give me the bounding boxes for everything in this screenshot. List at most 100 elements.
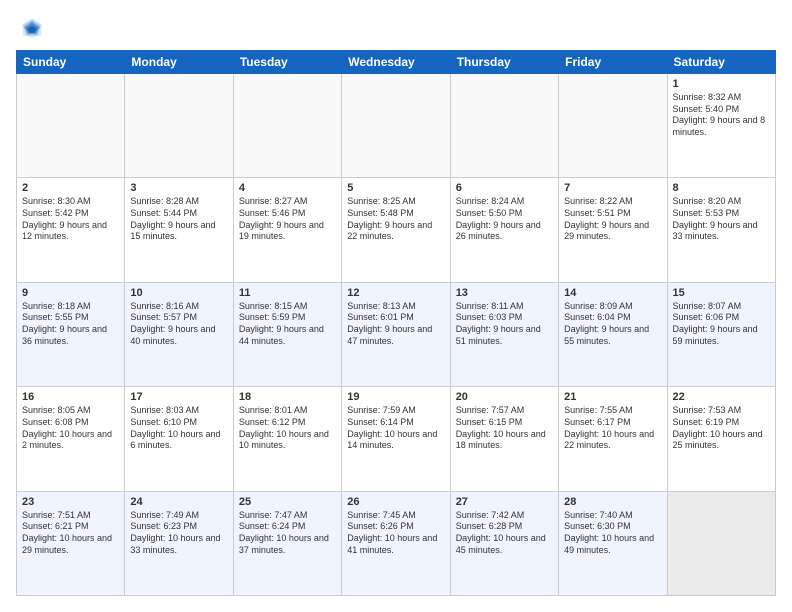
day-info: Sunrise: 8:27 AM Sunset: 5:46 PM Dayligh… — [239, 196, 336, 243]
calendar-day-cell: 5 Sunrise: 8:25 AM Sunset: 5:48 PM Daylig… — [342, 178, 450, 282]
calendar-week-row: 16 Sunrise: 8:05 AM Sunset: 6:08 PM Dayli… — [17, 387, 776, 491]
calendar-day-cell — [125, 74, 233, 178]
calendar-header-thursday: Thursday — [450, 51, 558, 74]
day-info: Sunrise: 8:24 AM Sunset: 5:50 PM Dayligh… — [456, 196, 553, 243]
calendar-day-cell: 12 Sunrise: 8:13 AM Sunset: 6:01 PM Dayli… — [342, 282, 450, 386]
day-info: Sunrise: 8:16 AM Sunset: 5:57 PM Dayligh… — [130, 301, 227, 348]
day-info: Sunrise: 8:13 AM Sunset: 6:01 PM Dayligh… — [347, 301, 444, 348]
calendar-day-cell — [559, 74, 667, 178]
calendar-day-cell: 26 Sunrise: 7:45 AM Sunset: 6:26 PM Dayli… — [342, 491, 450, 595]
day-number: 15 — [673, 287, 770, 299]
calendar-day-cell — [233, 74, 341, 178]
day-info: Sunrise: 7:51 AM Sunset: 6:21 PM Dayligh… — [22, 510, 119, 557]
calendar-day-cell: 10 Sunrise: 8:16 AM Sunset: 5:57 PM Dayli… — [125, 282, 233, 386]
day-number: 19 — [347, 391, 444, 403]
day-number: 18 — [239, 391, 336, 403]
day-info: Sunrise: 8:32 AM Sunset: 5:40 PM Dayligh… — [673, 92, 770, 139]
day-info: Sunrise: 8:05 AM Sunset: 6:08 PM Dayligh… — [22, 405, 119, 452]
day-number: 9 — [22, 287, 119, 299]
day-info: Sunrise: 7:40 AM Sunset: 6:30 PM Dayligh… — [564, 510, 661, 557]
day-info: Sunrise: 7:59 AM Sunset: 6:14 PM Dayligh… — [347, 405, 444, 452]
header — [16, 16, 776, 40]
day-number: 11 — [239, 287, 336, 299]
calendar-day-cell — [450, 74, 558, 178]
day-info: Sunrise: 8:15 AM Sunset: 5:59 PM Dayligh… — [239, 301, 336, 348]
calendar-week-row: 23 Sunrise: 7:51 AM Sunset: 6:21 PM Dayli… — [17, 491, 776, 595]
calendar-day-cell: 2 Sunrise: 8:30 AM Sunset: 5:42 PM Daylig… — [17, 178, 125, 282]
day-number: 28 — [564, 496, 661, 508]
calendar-header-friday: Friday — [559, 51, 667, 74]
calendar-header-saturday: Saturday — [667, 51, 775, 74]
calendar-day-cell: 4 Sunrise: 8:27 AM Sunset: 5:46 PM Daylig… — [233, 178, 341, 282]
calendar-day-cell: 18 Sunrise: 8:01 AM Sunset: 6:12 PM Dayli… — [233, 387, 341, 491]
day-info: Sunrise: 7:55 AM Sunset: 6:17 PM Dayligh… — [564, 405, 661, 452]
day-number: 17 — [130, 391, 227, 403]
calendar-day-cell: 17 Sunrise: 8:03 AM Sunset: 6:10 PM Dayli… — [125, 387, 233, 491]
day-info: Sunrise: 8:01 AM Sunset: 6:12 PM Dayligh… — [239, 405, 336, 452]
day-info: Sunrise: 7:45 AM Sunset: 6:26 PM Dayligh… — [347, 510, 444, 557]
calendar-day-cell — [342, 74, 450, 178]
day-info: Sunrise: 7:49 AM Sunset: 6:23 PM Dayligh… — [130, 510, 227, 557]
calendar-day-cell: 3Sunrise: 8:28 AM Sunset: 5:44 PM Daylig… — [125, 178, 233, 282]
calendar-day-cell: 14Sunrise: 8:09 AM Sunset: 6:04 PM Dayli… — [559, 282, 667, 386]
calendar-day-cell: 16 Sunrise: 8:05 AM Sunset: 6:08 PM Dayli… — [17, 387, 125, 491]
calendar-day-cell: 15 Sunrise: 8:07 AM Sunset: 6:06 PM Dayli… — [667, 282, 775, 386]
calendar-day-cell: 6 Sunrise: 8:24 AM Sunset: 5:50 PM Daylig… — [450, 178, 558, 282]
day-number: 24 — [130, 496, 227, 508]
calendar-day-cell: 22 Sunrise: 7:53 AM Sunset: 6:19 PM Dayli… — [667, 387, 775, 491]
calendar-day-cell — [17, 74, 125, 178]
day-info: Sunrise: 8:30 AM Sunset: 5:42 PM Dayligh… — [22, 196, 119, 243]
page: SundayMondayTuesdayWednesdayThursdayFrid… — [0, 0, 792, 612]
day-info: Sunrise: 8:07 AM Sunset: 6:06 PM Dayligh… — [673, 301, 770, 348]
day-info: Sunrise: 8:03 AM Sunset: 6:10 PM Dayligh… — [130, 405, 227, 452]
day-number: 26 — [347, 496, 444, 508]
calendar-day-cell: 9Sunrise: 8:18 AM Sunset: 5:55 PM Daylig… — [17, 282, 125, 386]
day-info: Sunrise: 8:28 AM Sunset: 5:44 PM Dayligh… — [130, 196, 227, 243]
day-info: Sunrise: 8:11 AM Sunset: 6:03 PM Dayligh… — [456, 301, 553, 348]
calendar-day-cell — [667, 491, 775, 595]
calendar-header-row: SundayMondayTuesdayWednesdayThursdayFrid… — [17, 51, 776, 74]
day-number: 14 — [564, 287, 661, 299]
calendar-day-cell: 11 Sunrise: 8:15 AM Sunset: 5:59 PM Dayli… — [233, 282, 341, 386]
day-info: Sunrise: 7:47 AM Sunset: 6:24 PM Dayligh… — [239, 510, 336, 557]
calendar-day-cell: 8 Sunrise: 8:20 AM Sunset: 5:53 PM Daylig… — [667, 178, 775, 282]
day-number: 1 — [673, 78, 770, 90]
day-number: 6 — [456, 182, 553, 194]
day-info: Sunrise: 8:25 AM Sunset: 5:48 PM Dayligh… — [347, 196, 444, 243]
calendar-day-cell: 20 Sunrise: 7:57 AM Sunset: 6:15 PM Dayli… — [450, 387, 558, 491]
day-info: Sunrise: 8:22 AM Sunset: 5:51 PM Dayligh… — [564, 196, 661, 243]
day-number: 12 — [347, 287, 444, 299]
calendar-header-wednesday: Wednesday — [342, 51, 450, 74]
day-number: 21 — [564, 391, 661, 403]
day-info: Sunrise: 7:42 AM Sunset: 6:28 PM Dayligh… — [456, 510, 553, 557]
day-number: 23 — [22, 496, 119, 508]
day-number: 7 — [564, 182, 661, 194]
calendar-day-cell: 19 Sunrise: 7:59 AM Sunset: 6:14 PM Dayli… — [342, 387, 450, 491]
day-number: 13 — [456, 287, 553, 299]
calendar-day-cell: 21 Sunrise: 7:55 AM Sunset: 6:17 PM Dayli… — [559, 387, 667, 491]
day-number: 4 — [239, 182, 336, 194]
day-number: 20 — [456, 391, 553, 403]
calendar-header-monday: Monday — [125, 51, 233, 74]
day-info: Sunrise: 7:53 AM Sunset: 6:19 PM Dayligh… — [673, 405, 770, 452]
calendar-header-sunday: Sunday — [17, 51, 125, 74]
day-number: 8 — [673, 182, 770, 194]
day-number: 22 — [673, 391, 770, 403]
logo — [16, 16, 44, 40]
calendar-week-row: 9Sunrise: 8:18 AM Sunset: 5:55 PM Daylig… — [17, 282, 776, 386]
day-number: 5 — [347, 182, 444, 194]
calendar-table: SundayMondayTuesdayWednesdayThursdayFrid… — [16, 50, 776, 596]
calendar-header-tuesday: Tuesday — [233, 51, 341, 74]
day-number: 25 — [239, 496, 336, 508]
calendar-day-cell: 25 Sunrise: 7:47 AM Sunset: 6:24 PM Dayli… — [233, 491, 341, 595]
day-number: 10 — [130, 287, 227, 299]
calendar-day-cell: 13 Sunrise: 8:11 AM Sunset: 6:03 PM Dayli… — [450, 282, 558, 386]
day-info: Sunrise: 7:57 AM Sunset: 6:15 PM Dayligh… — [456, 405, 553, 452]
calendar-week-row: 1 Sunrise: 8:32 AM Sunset: 5:40 PM Daylig… — [17, 74, 776, 178]
day-info: Sunrise: 8:20 AM Sunset: 5:53 PM Dayligh… — [673, 196, 770, 243]
calendar-day-cell: 1 Sunrise: 8:32 AM Sunset: 5:40 PM Daylig… — [667, 74, 775, 178]
day-number: 2 — [22, 182, 119, 194]
day-number: 27 — [456, 496, 553, 508]
calendar-day-cell: 27 Sunrise: 7:42 AM Sunset: 6:28 PM Dayli… — [450, 491, 558, 595]
day-number: 16 — [22, 391, 119, 403]
